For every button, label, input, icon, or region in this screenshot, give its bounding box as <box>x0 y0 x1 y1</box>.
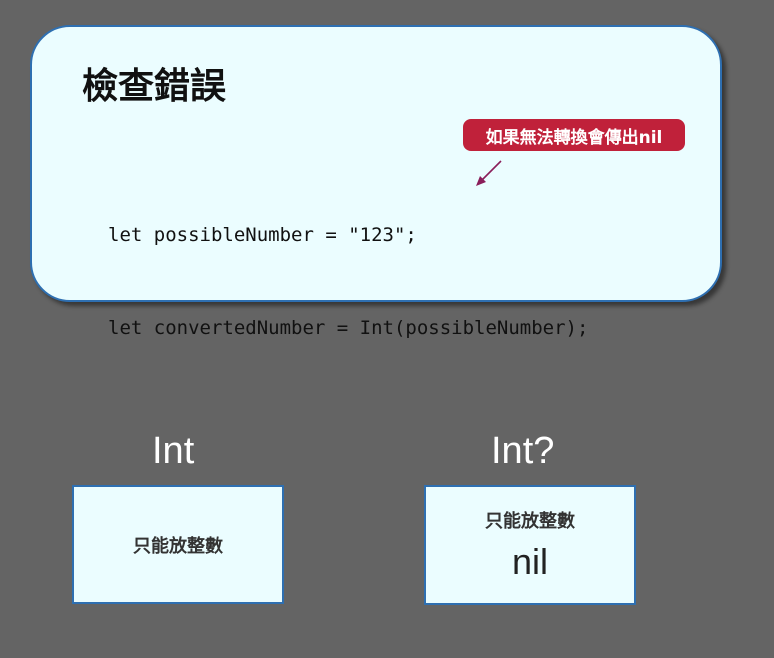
nil-value: nil <box>511 541 549 582</box>
card-title: 檢查錯誤 <box>82 66 227 107</box>
slide-card: 檢查錯誤 let possibleNumber = "123"; let con… <box>30 25 722 339</box>
code-line: let possibleNumber = "123"; <box>108 224 417 246</box>
code-block: let possibleNumber = "123"; let converte… <box>108 158 588 406</box>
code-line: let convertedNumber = Int(possibleNumber… <box>108 317 589 339</box>
callout-arrow-icon <box>476 160 502 186</box>
int-box: 只能放整數 <box>72 485 284 604</box>
int-type-label: Int <box>152 430 195 472</box>
optional-int-type-label: Int? <box>491 430 555 472</box>
callout-note: 如果無法轉換會傳出nil <box>463 119 685 151</box>
optional-int-box: 只能放整數 nil <box>424 485 636 605</box>
int-box-text: 只能放整數 <box>133 535 223 557</box>
optional-int-box-text: 只能放整數 <box>485 511 575 532</box>
